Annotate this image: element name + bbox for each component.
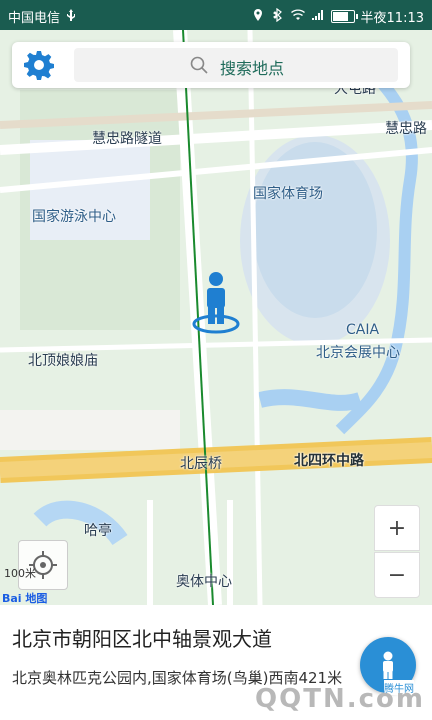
map-label-temple[interactable]: 北顶娘娘庙 xyxy=(28,350,98,370)
map-scale: 100米 xyxy=(4,567,36,580)
settings-button[interactable] xyxy=(24,50,54,80)
map-label-sports-center[interactable]: 奥体中心 xyxy=(176,571,232,591)
gear-icon xyxy=(24,51,54,80)
usb-icon xyxy=(64,8,78,26)
bluetooth-icon xyxy=(271,7,285,26)
baidu-map-logo: Bai 地图 xyxy=(2,592,48,605)
map-label-beichen-bridge: 北辰桥 xyxy=(180,456,222,472)
search-icon xyxy=(190,56,208,74)
watermark-site: QQTN.com xyxy=(255,684,425,714)
location-icon xyxy=(251,8,265,26)
place-title: 北京市朝阳区北中轴景观大道 xyxy=(12,627,272,651)
person-icon xyxy=(383,651,393,679)
signal-icon xyxy=(311,8,325,26)
status-bar: 中国电信 半夜11:13 xyxy=(0,0,432,30)
top-search-bar: 搜索地点 xyxy=(12,42,410,88)
map-label-national-stadium[interactable]: 国家体育场 xyxy=(253,183,323,203)
map-label-expo-center[interactable]: 北京会展中心 xyxy=(316,342,400,362)
map-label-huizhong-tunnel: 慧忠路隧道 xyxy=(92,131,162,147)
map-label-caia: CAIA xyxy=(346,322,380,338)
map-label-huizhong-road: 慧忠路 xyxy=(385,121,427,137)
user-location-marker xyxy=(190,270,242,336)
map-label-hating: 哈亭 xyxy=(84,523,112,539)
search-input[interactable]: 搜索地点 xyxy=(74,48,398,82)
carrier-label: 中国电信 xyxy=(8,11,61,26)
map-label-aquatics-center[interactable]: 国家游泳中心 xyxy=(32,206,116,226)
battery-icon xyxy=(330,10,358,23)
search-placeholder: 搜索地点 xyxy=(220,59,285,78)
wifi-icon xyxy=(290,8,305,26)
clock: 半夜11:13 xyxy=(360,11,424,26)
zoom-in-button[interactable]: + xyxy=(374,505,420,551)
zoom-out-button[interactable]: − xyxy=(374,552,420,598)
map-label-north-fourth-ring: 北四环中路 xyxy=(294,453,364,469)
